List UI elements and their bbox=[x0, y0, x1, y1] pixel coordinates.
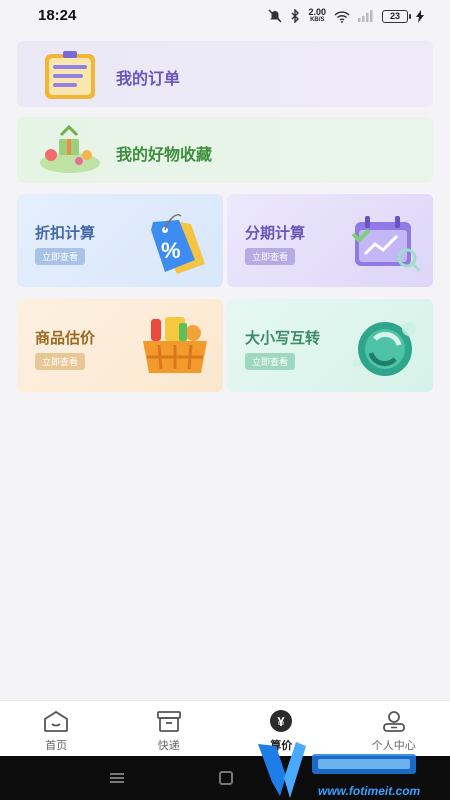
nav-item-home[interactable]: 首页 bbox=[0, 701, 113, 756]
case-convert-card[interactable]: 大小写互转 立即查看 bbox=[227, 299, 433, 392]
nav-item-express[interactable]: 快递 bbox=[113, 701, 226, 756]
my-favorites-banner[interactable]: 我的好物收藏 bbox=[17, 117, 433, 183]
svg-text:¥: ¥ bbox=[278, 714, 286, 729]
installment-calculator-title: 分期计算 bbox=[245, 225, 306, 242]
nav-label-home: 首页 bbox=[45, 740, 68, 752]
battery-icon: 23 bbox=[382, 9, 411, 23]
home-button[interactable] bbox=[219, 771, 233, 785]
user-icon bbox=[382, 711, 405, 732]
net-speed: 2.00 KB/S bbox=[308, 8, 326, 24]
installment-calculator-card[interactable]: 分期计算 立即查看 bbox=[227, 194, 433, 287]
status-time: 18:24 bbox=[38, 7, 77, 24]
discount-view-now-button[interactable]: 立即查看 bbox=[35, 248, 86, 265]
clipboard-icon bbox=[45, 51, 95, 99]
my-favorites-label: 我的好物收藏 bbox=[116, 147, 213, 164]
mute-icon bbox=[268, 9, 282, 23]
discount-tag-icon: % bbox=[151, 214, 205, 274]
yen-icon: ¥ bbox=[270, 710, 293, 732]
status-icons: 2.00 KB/S 23 bbox=[268, 8, 424, 24]
box-icon bbox=[156, 711, 181, 732]
case-convert-view-now-button[interactable]: 立即查看 bbox=[245, 353, 296, 370]
discount-calculator-card[interactable]: 折扣计算 立即查看 % bbox=[17, 194, 223, 287]
my-orders-label: 我的订单 bbox=[116, 71, 181, 88]
wifi-icon bbox=[334, 10, 350, 23]
svg-text:%: % bbox=[161, 238, 181, 263]
calendar-chart-icon bbox=[351, 216, 421, 272]
product-valuation-card[interactable]: 商品估价 立即查看 bbox=[17, 299, 223, 392]
discount-calculator-title: 折扣计算 bbox=[35, 225, 96, 242]
coin-convert-icon bbox=[353, 322, 416, 376]
status-bar: 18:24 2.00 KB/S 23 bbox=[0, 0, 450, 32]
shopping-basket-icon bbox=[143, 317, 207, 373]
home-icon bbox=[44, 710, 69, 732]
product-valuation-title: 商品估价 bbox=[35, 330, 96, 347]
installment-view-now-button[interactable]: 立即查看 bbox=[245, 248, 296, 265]
my-orders-banner[interactable]: 我的订单 bbox=[17, 41, 433, 107]
recent-apps-button[interactable] bbox=[110, 773, 124, 783]
charging-icon bbox=[416, 9, 424, 23]
net-speed-value: 2.00 bbox=[308, 7, 326, 17]
valuation-view-now-button[interactable]: 立即查看 bbox=[35, 353, 86, 370]
case-convert-title: 大小写互转 bbox=[245, 330, 321, 347]
watermark-url: www.fotimeit.com bbox=[318, 784, 421, 798]
signal-icon bbox=[358, 10, 373, 22]
bluetooth-icon bbox=[291, 9, 300, 23]
gift-basket-icon bbox=[40, 125, 100, 173]
nav-label-express: 快递 bbox=[157, 740, 180, 752]
net-speed-unit: KB/S bbox=[310, 17, 325, 23]
